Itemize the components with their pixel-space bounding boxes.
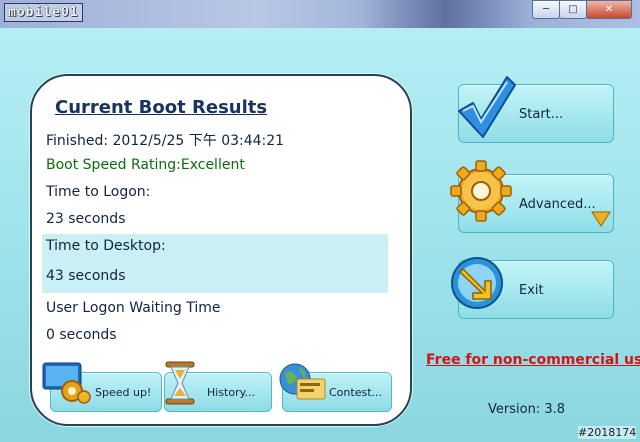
hourglass-icon xyxy=(163,360,197,406)
finished-time: Finished: 2012/5/25 下午 03:44:21 xyxy=(46,133,285,149)
speed-up-button[interactable]: Speed up! xyxy=(42,362,162,412)
checkmark-icon xyxy=(455,73,517,143)
version-label: Version: 3.8 xyxy=(488,402,565,417)
window-controls: ─ □ ✕ xyxy=(532,0,632,19)
mobile01-logo: mobile01 xyxy=(4,3,83,22)
minimize-icon: ─ xyxy=(542,4,550,15)
desktop-value: 43 seconds xyxy=(46,268,126,284)
close-icon: ✕ xyxy=(604,4,614,15)
advanced-label: Advanced... xyxy=(519,197,596,212)
dropdown-arrow-icon xyxy=(591,211,611,227)
close-button[interactable]: ✕ xyxy=(586,0,632,19)
waiting-value: 0 seconds xyxy=(46,327,117,343)
waiting-label: User Logon Waiting Time xyxy=(46,300,221,316)
exit-button[interactable]: Exit xyxy=(451,257,614,319)
advanced-button[interactable]: Advanced... xyxy=(450,160,614,233)
exit-label: Exit xyxy=(519,283,544,298)
start-label: Start... xyxy=(519,107,564,122)
speed-up-label: Speed up! xyxy=(95,385,152,399)
speed-rating: Boot Speed Rating:Excellent xyxy=(46,157,245,173)
exit-arrow-icon xyxy=(449,255,511,317)
title-bar: mobile01 ─ □ ✕ xyxy=(0,0,640,29)
contest-label: Contest... xyxy=(329,385,382,399)
gear-icon xyxy=(447,157,519,229)
boot-results-panel: Current Boot Results Finished: 2012/5/25… xyxy=(30,74,412,426)
minimize-button[interactable]: ─ xyxy=(532,0,560,19)
desktop-label: Time to Desktop: xyxy=(46,238,166,254)
watermark: #2018174 xyxy=(578,426,637,439)
results-heading: Current Boot Results xyxy=(55,97,268,118)
contest-button[interactable]: Contest... xyxy=(279,363,392,412)
license-link[interactable]: Free for non-commercial use xyxy=(426,352,640,368)
logon-label: Time to Logon: xyxy=(46,184,151,200)
start-button[interactable]: Start... xyxy=(458,76,614,143)
main-window: Current Boot Results Finished: 2012/5/25… xyxy=(0,28,640,442)
speedup-icon xyxy=(41,361,93,405)
history-label: History... xyxy=(207,385,256,399)
globe-card-icon xyxy=(277,361,327,405)
logon-value: 23 seconds xyxy=(46,211,126,227)
maximize-button[interactable]: □ xyxy=(559,0,587,19)
history-button[interactable]: History... xyxy=(164,361,272,412)
maximize-icon: □ xyxy=(568,4,578,15)
